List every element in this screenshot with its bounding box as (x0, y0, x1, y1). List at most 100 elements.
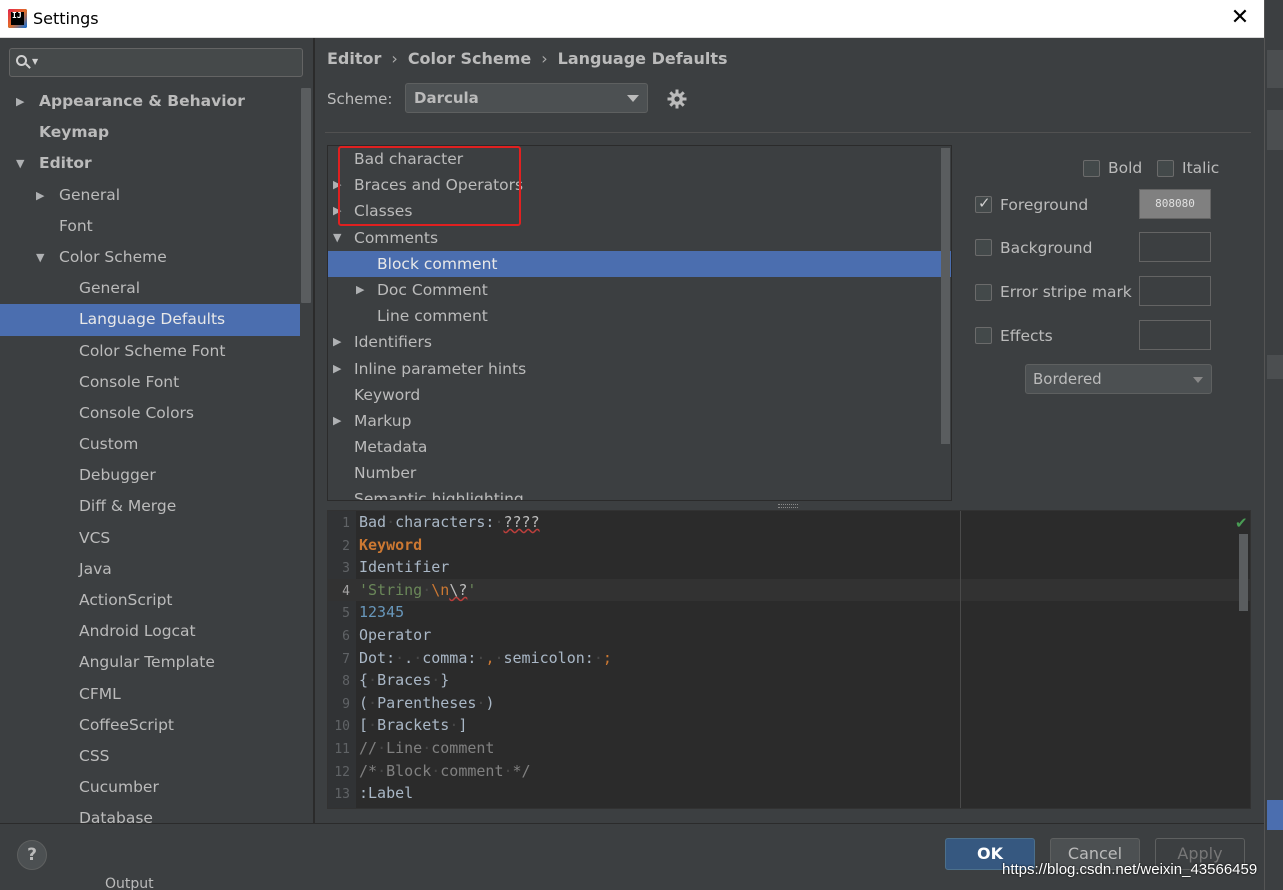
annotation-highlight-box (338, 146, 521, 226)
attribute-item-comments[interactable]: ▼ Comments (328, 225, 951, 251)
search-icon[interactable]: ▼ (16, 54, 38, 72)
collapsed-arrow-icon[interactable]: ▶ (356, 277, 364, 303)
line-number: 7 (342, 651, 350, 667)
close-icon[interactable]: ✕ (1228, 6, 1252, 30)
attributes-scrollbar[interactable] (941, 148, 950, 444)
code-line: 6 Operator (328, 624, 1250, 647)
gear-icon[interactable] (667, 89, 687, 109)
background-window-strip (1264, 0, 1283, 890)
sidebar-item-keymap[interactable]: Keymap (0, 117, 300, 148)
effects-style-select[interactable]: Bordered (1025, 364, 1212, 394)
sidebar-item-label: Color Scheme (59, 247, 167, 266)
sidebar-scrollbar[interactable] (301, 88, 311, 303)
sidebar-item-color-scheme-font[interactable]: Color Scheme Font (0, 336, 300, 367)
attribute-item-identifiers[interactable]: ▶ Identifiers (328, 329, 951, 355)
sidebar-item-label: Diff & Merge (79, 497, 177, 516)
chevron-down-icon (627, 95, 639, 102)
help-button[interactable]: ? (17, 840, 47, 870)
collapsed-arrow-icon[interactable]: ▶ (16, 86, 24, 117)
sidebar-item-coffeescript[interactable]: CoffeeScript (0, 710, 300, 741)
sidebar-item-label: Custom (79, 435, 139, 454)
code-line: 10 [·Brackets·] (328, 714, 1250, 737)
attribute-item-block-comment[interactable]: Block comment (328, 250, 951, 277)
attribute-label: Number (354, 464, 417, 483)
sidebar-item-general[interactable]: ▶ General (0, 180, 300, 211)
attribute-item-metadata[interactable]: Metadata (328, 434, 951, 460)
code-line: 3 Identifier (328, 556, 1250, 579)
sidebar-item-console-colors[interactable]: Console Colors (0, 398, 300, 429)
sidebar-item-css[interactable]: CSS (0, 741, 300, 772)
code-preview[interactable]: 1 Bad·characters:·???? 2 Keyword 3 Identifier… (327, 510, 1251, 809)
foreground-color-swatch[interactable]: 808080 (1139, 189, 1211, 219)
line-number: 8 (342, 674, 350, 690)
collapsed-arrow-icon[interactable]: ▶ (333, 329, 341, 355)
sidebar-item-cucumber[interactable]: Cucumber (0, 772, 300, 803)
attribute-item-number[interactable]: Number (328, 460, 951, 486)
effects-checkbox[interactable] (975, 327, 992, 344)
sidebar-item-vcs[interactable]: VCS (0, 523, 300, 554)
breadcrumb-item-color-scheme: Color Scheme (407, 49, 532, 68)
sidebar-item-label: Color Scheme Font (79, 341, 226, 360)
attribute-item-line-comment[interactable]: Line comment (328, 303, 951, 329)
sidebar-item-angular-template[interactable]: Angular Template (0, 647, 300, 678)
breadcrumb-separator: › (391, 49, 398, 68)
sidebar-item-android-logcat[interactable]: Android Logcat (0, 616, 300, 647)
scheme-select[interactable]: Darcula (405, 83, 648, 113)
background-color-swatch[interactable] (1139, 232, 1211, 262)
sidebar-item-custom[interactable]: Custom (0, 429, 300, 460)
line-number: 4 (342, 583, 350, 599)
italic-checkbox[interactable] (1157, 160, 1174, 177)
scheme-label: Scheme: (327, 90, 393, 108)
attribute-item-markup[interactable]: ▶ Markup (328, 408, 951, 434)
sidebar-item-font[interactable]: Font (0, 211, 300, 242)
error-stripe-checkbox[interactable] (975, 284, 992, 301)
foreground-checkbox[interactable] (975, 194, 992, 213)
sidebar-item-label: Editor (39, 154, 92, 173)
collapsed-arrow-icon[interactable]: ▶ (333, 356, 341, 382)
bold-checkbox[interactable] (1083, 160, 1100, 177)
splitter-handle[interactable] (778, 504, 798, 508)
sidebar-item-label: CoffeeScript (79, 715, 175, 734)
sidebar-item-diff-merge[interactable]: Diff & Merge (0, 491, 300, 522)
sidebar-item-java[interactable]: Java (0, 554, 300, 585)
collapsed-arrow-icon[interactable]: ▶ (333, 408, 341, 434)
sidebar-item-appearance-behavior[interactable]: ▶ Appearance & Behavior (0, 86, 300, 117)
line-number: 9 (342, 696, 350, 712)
attribute-item-doc-comment[interactable]: ▶ Doc Comment (328, 277, 951, 303)
sidebar-item-database[interactable]: Database (0, 803, 300, 823)
sidebar-item-color-scheme[interactable]: ▼ Color Scheme (0, 242, 300, 273)
sidebar-item-label: Keymap (39, 123, 110, 142)
expanded-arrow-icon[interactable]: ▼ (16, 148, 24, 179)
sidebar-item-actionscript[interactable]: ActionScript (0, 585, 300, 616)
sidebar-item-label: General (59, 185, 121, 204)
sidebar-item-label: CFML (79, 684, 121, 703)
collapsed-arrow-icon[interactable]: ▶ (36, 180, 44, 211)
preview-scrollbar[interactable] (1239, 534, 1248, 611)
expanded-arrow-icon[interactable]: ▼ (36, 242, 44, 273)
error-stripe-color-swatch[interactable] (1139, 276, 1211, 306)
sidebar-item-debugger[interactable]: Debugger (0, 460, 300, 491)
search-input[interactable]: ▼ (9, 48, 303, 77)
inspection-ok-icon: ✔ (1235, 514, 1248, 532)
sidebar-item-cfml[interactable]: CFML (0, 679, 300, 710)
effects-color-swatch[interactable] (1139, 320, 1211, 350)
sidebar-item-label: Language Defaults (79, 310, 226, 329)
code-line: 4 'String·\n\?' (328, 578, 1250, 602)
attribute-item-inline-parameter-hints[interactable]: ▶ Inline parameter hints (328, 356, 951, 382)
line-number: 12 (334, 764, 350, 780)
bold-label: Bold (1108, 159, 1143, 177)
background-window-text: Output (105, 876, 154, 890)
background-checkbox[interactable] (975, 239, 992, 256)
attribute-item-keyword[interactable]: Keyword (328, 382, 951, 408)
sidebar-item-label: CSS (79, 746, 110, 765)
breadcrumb-item-editor: Editor (327, 49, 382, 68)
attribute-item-semantic-highlighting[interactable]: Semantic highlighting (328, 486, 951, 500)
sidebar-item-console-font[interactable]: Console Font (0, 367, 300, 398)
sidebar-item-general[interactable]: General (0, 273, 300, 304)
sidebar-item-language-defaults[interactable]: Language Defaults (0, 304, 300, 336)
sidebar-item-editor[interactable]: ▼ Editor (0, 148, 300, 179)
code-line: 8 {·Braces·} (328, 669, 1250, 692)
attribute-label: Doc Comment (377, 280, 488, 299)
settings-tree: ▶ Appearance & Behavior Keymap ▼ Editor ▶ Gene… (0, 86, 300, 823)
expanded-arrow-icon[interactable]: ▼ (333, 225, 341, 251)
